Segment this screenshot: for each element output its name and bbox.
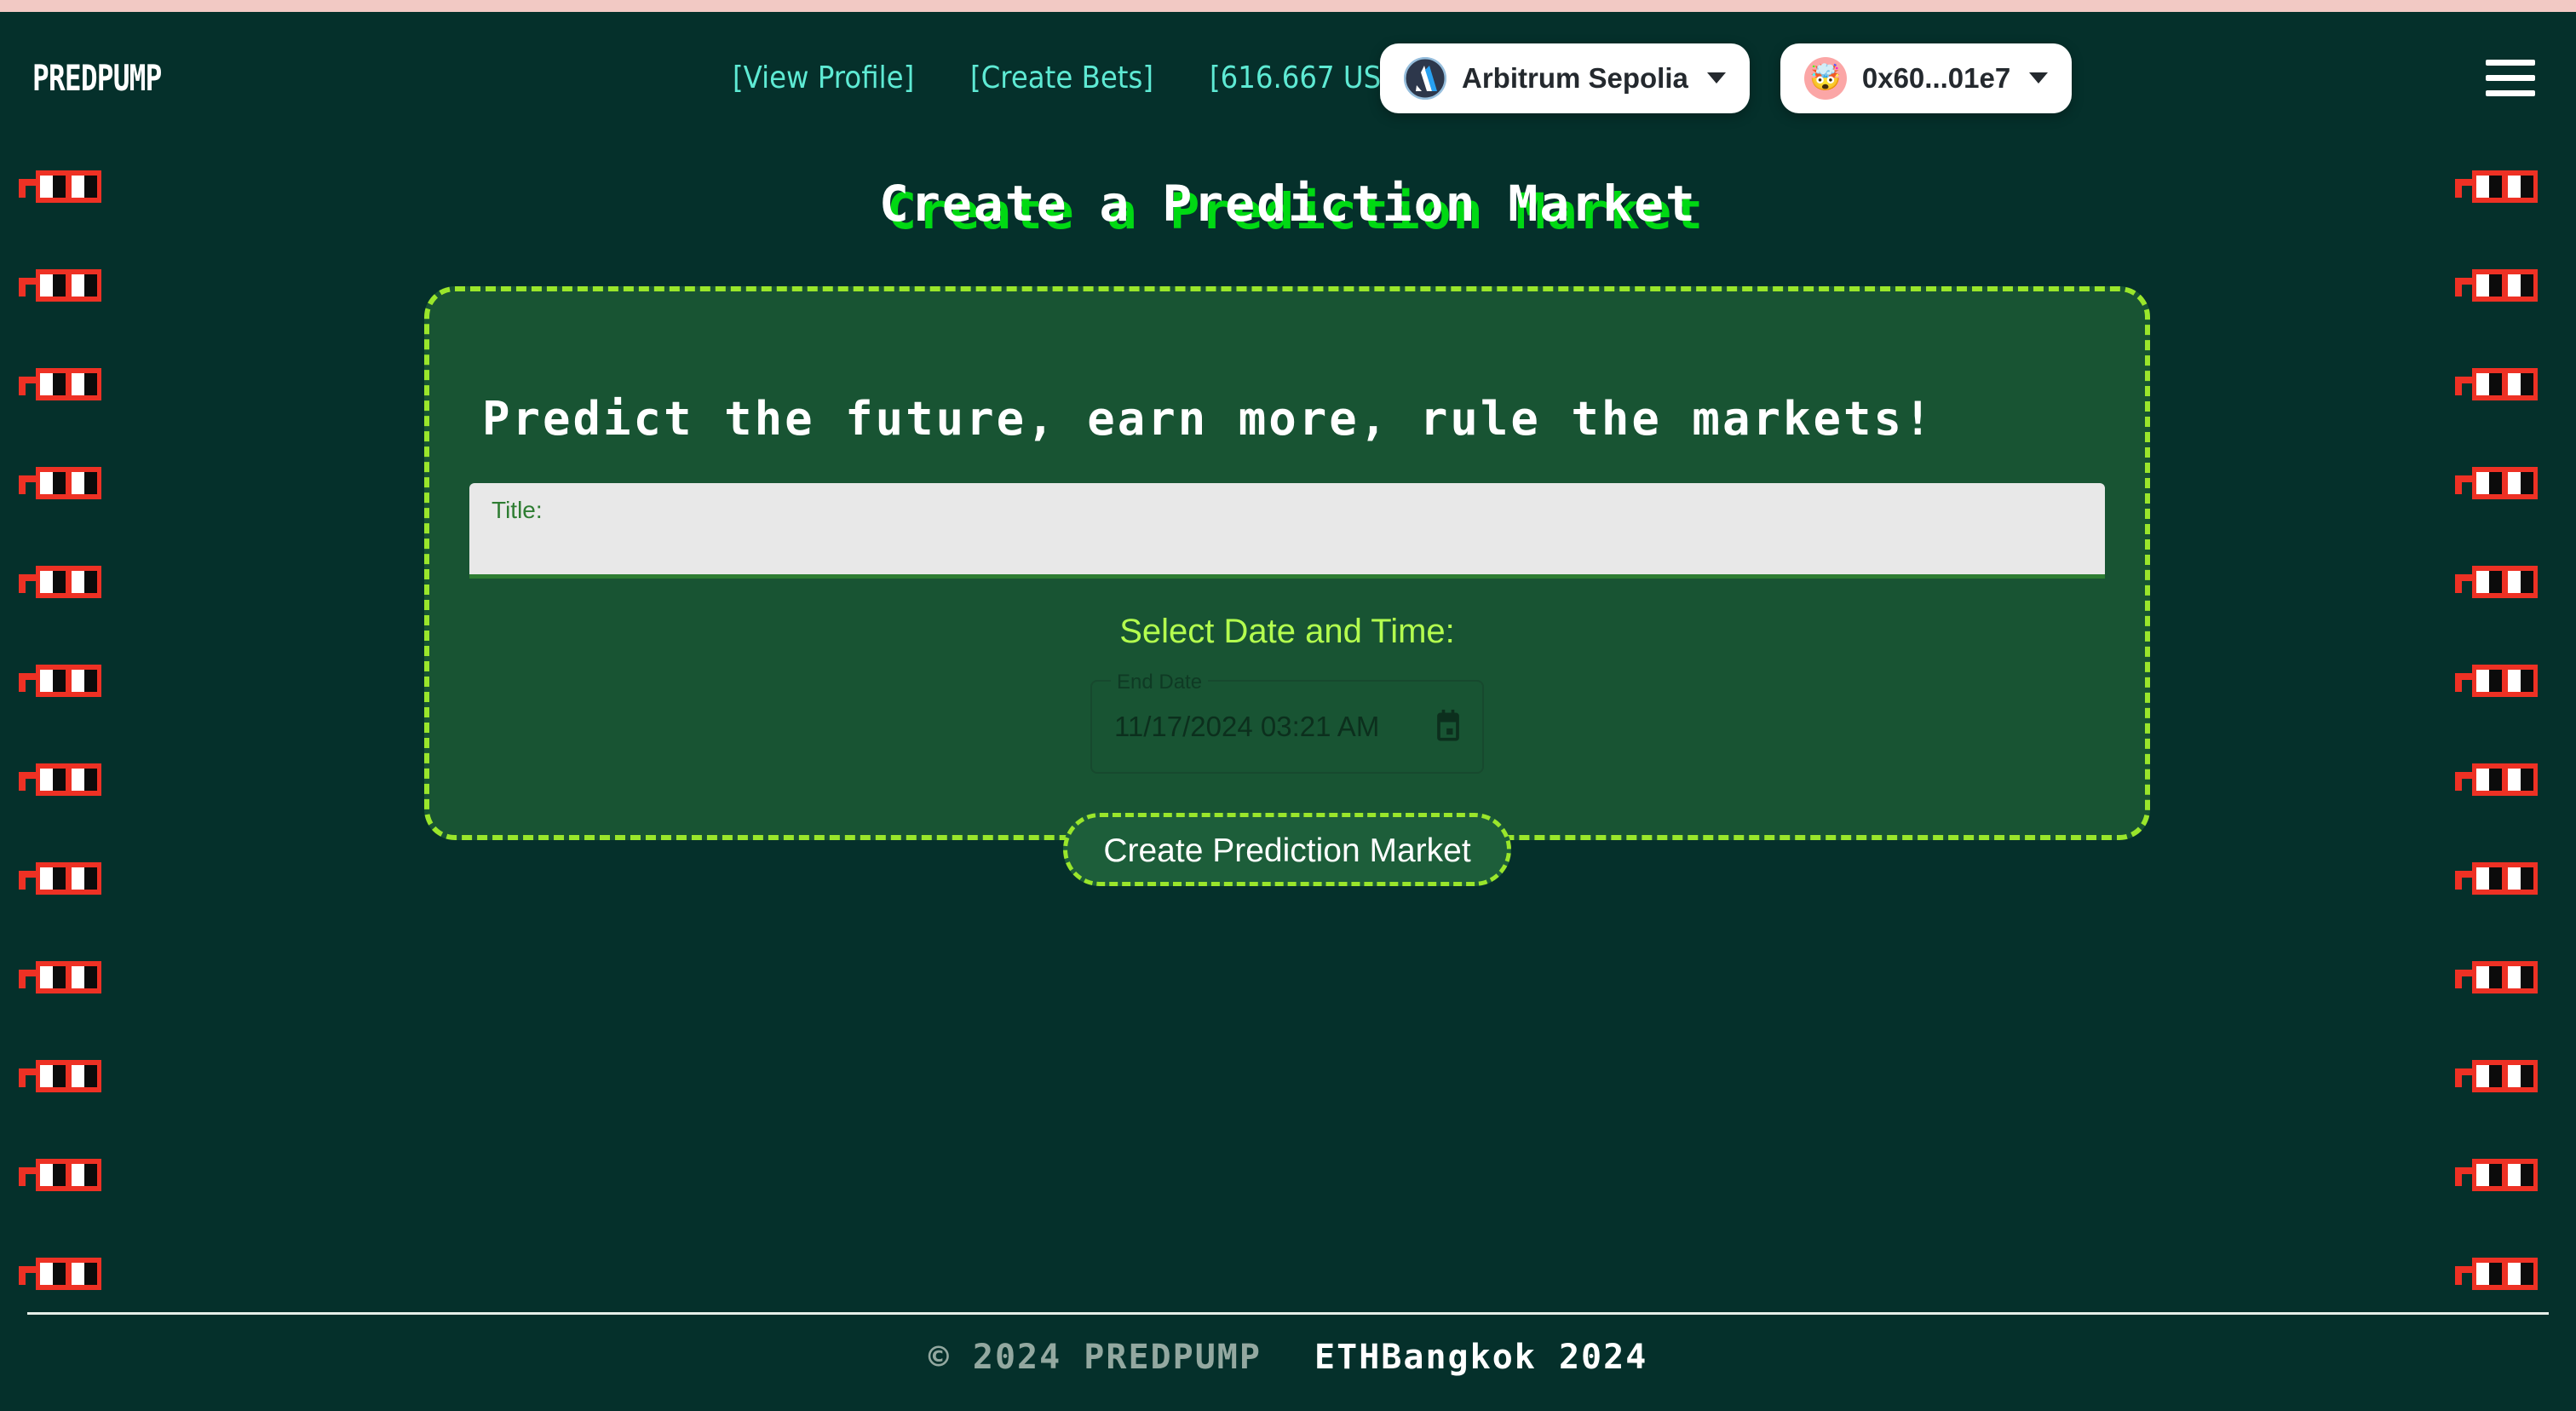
title-field-label: Title: (492, 497, 543, 523)
calendar-icon[interactable] (1429, 708, 1467, 746)
site-footer: © 2024 PREDPUMP ETHBangkok 2024 (0, 1338, 2576, 1377)
chevron-down-icon (1706, 72, 1726, 84)
sunglasses-emoji-icon (2455, 566, 2544, 605)
hamburger-bar (2486, 90, 2535, 96)
sunglasses-emoji-icon (2455, 763, 2544, 803)
network-name-label: Arbitrum Sepolia (1462, 61, 1688, 94)
avatar: 🤯 (1803, 56, 1847, 100)
top-accent-strip (0, 0, 2576, 12)
page-title: Create a Prediction Market (879, 175, 1697, 233)
sunglasses-emoji-icon (2455, 467, 2544, 506)
sunglasses-emoji-icon (19, 862, 107, 901)
sunglasses-emoji-icon (19, 961, 107, 1000)
main-nav: [View Profile] [Create Bets] [616.667 US… (733, 60, 1457, 95)
wallet-address-button[interactable]: 🤯 0x60...01e7 (1780, 43, 2073, 113)
sunglasses-emoji-icon (19, 368, 107, 407)
sunglasses-emoji-icon (19, 1159, 107, 1198)
card-tagline: Predict the future, earn more, rule the … (482, 392, 1935, 446)
hamburger-bar (2486, 60, 2535, 66)
sunglasses-emoji-icon (2455, 961, 2544, 1000)
brand-logo[interactable]: PREDPUMP (32, 57, 162, 99)
sunglasses-emoji-icon (19, 1060, 107, 1099)
footer-divider (27, 1312, 2549, 1315)
footer-event: ETHBangkok 2024 (1314, 1338, 1648, 1377)
sunglasses-emoji-icon (19, 1258, 107, 1297)
sunglasses-emoji-icon (19, 665, 107, 704)
network-selector-button[interactable]: Arbitrum Sepolia (1380, 43, 1750, 113)
date-section-label: Select Date and Time: (1119, 613, 1455, 650)
create-prediction-market-button[interactable]: Create Prediction Market (1063, 813, 1511, 886)
sunglasses-emoji-icon (2455, 269, 2544, 308)
decorative-emoji-rail-left (19, 170, 121, 1356)
sunglasses-emoji-icon (2455, 1060, 2544, 1099)
sunglasses-emoji-icon (19, 269, 107, 308)
wallet-address-label: 0x60...01e7 (1861, 61, 2011, 94)
end-date-legend: End Date (1111, 671, 1209, 694)
sunglasses-emoji-icon (2455, 862, 2544, 901)
sunglasses-emoji-icon (19, 467, 107, 506)
hamburger-menu-icon[interactable] (2486, 60, 2535, 96)
end-date-field[interactable]: End Date 11/17/2024 03:21 AM (1090, 671, 1484, 774)
nav-link-view-profile[interactable]: [View Profile] (733, 60, 914, 95)
end-date-value[interactable]: 11/17/2024 03:21 AM (1114, 711, 1429, 743)
footer-copyright: © 2024 PREDPUMP (928, 1338, 1262, 1377)
title-field-wrapper[interactable]: Title: (469, 483, 2105, 579)
decorative-emoji-rail-right (2455, 170, 2557, 1356)
sunglasses-emoji-icon (2455, 1159, 2544, 1198)
create-market-card: Predict the future, earn more, rule the … (424, 286, 2150, 886)
wallet-controls: Arbitrum Sepolia 🤯 0x60...01e7 (1380, 43, 2073, 113)
arbitrum-logo-icon (1404, 56, 1446, 100)
hamburger-bar (2486, 75, 2535, 81)
date-field-wrapper: End Date 11/17/2024 03:21 AM (1090, 671, 1484, 774)
sunglasses-emoji-icon (19, 763, 107, 803)
nav-link-create-bets[interactable]: [Create Bets] (970, 60, 1153, 95)
sunglasses-emoji-icon (2455, 1258, 2544, 1297)
sunglasses-emoji-icon (19, 566, 107, 605)
sunglasses-emoji-icon (2455, 665, 2544, 704)
chevron-down-icon (2029, 72, 2049, 84)
title-input[interactable] (492, 531, 2083, 568)
sunglasses-emoji-icon (2455, 368, 2544, 407)
site-header: PREDPUMP [View Profile] [Create Bets] [6… (0, 12, 2576, 144)
